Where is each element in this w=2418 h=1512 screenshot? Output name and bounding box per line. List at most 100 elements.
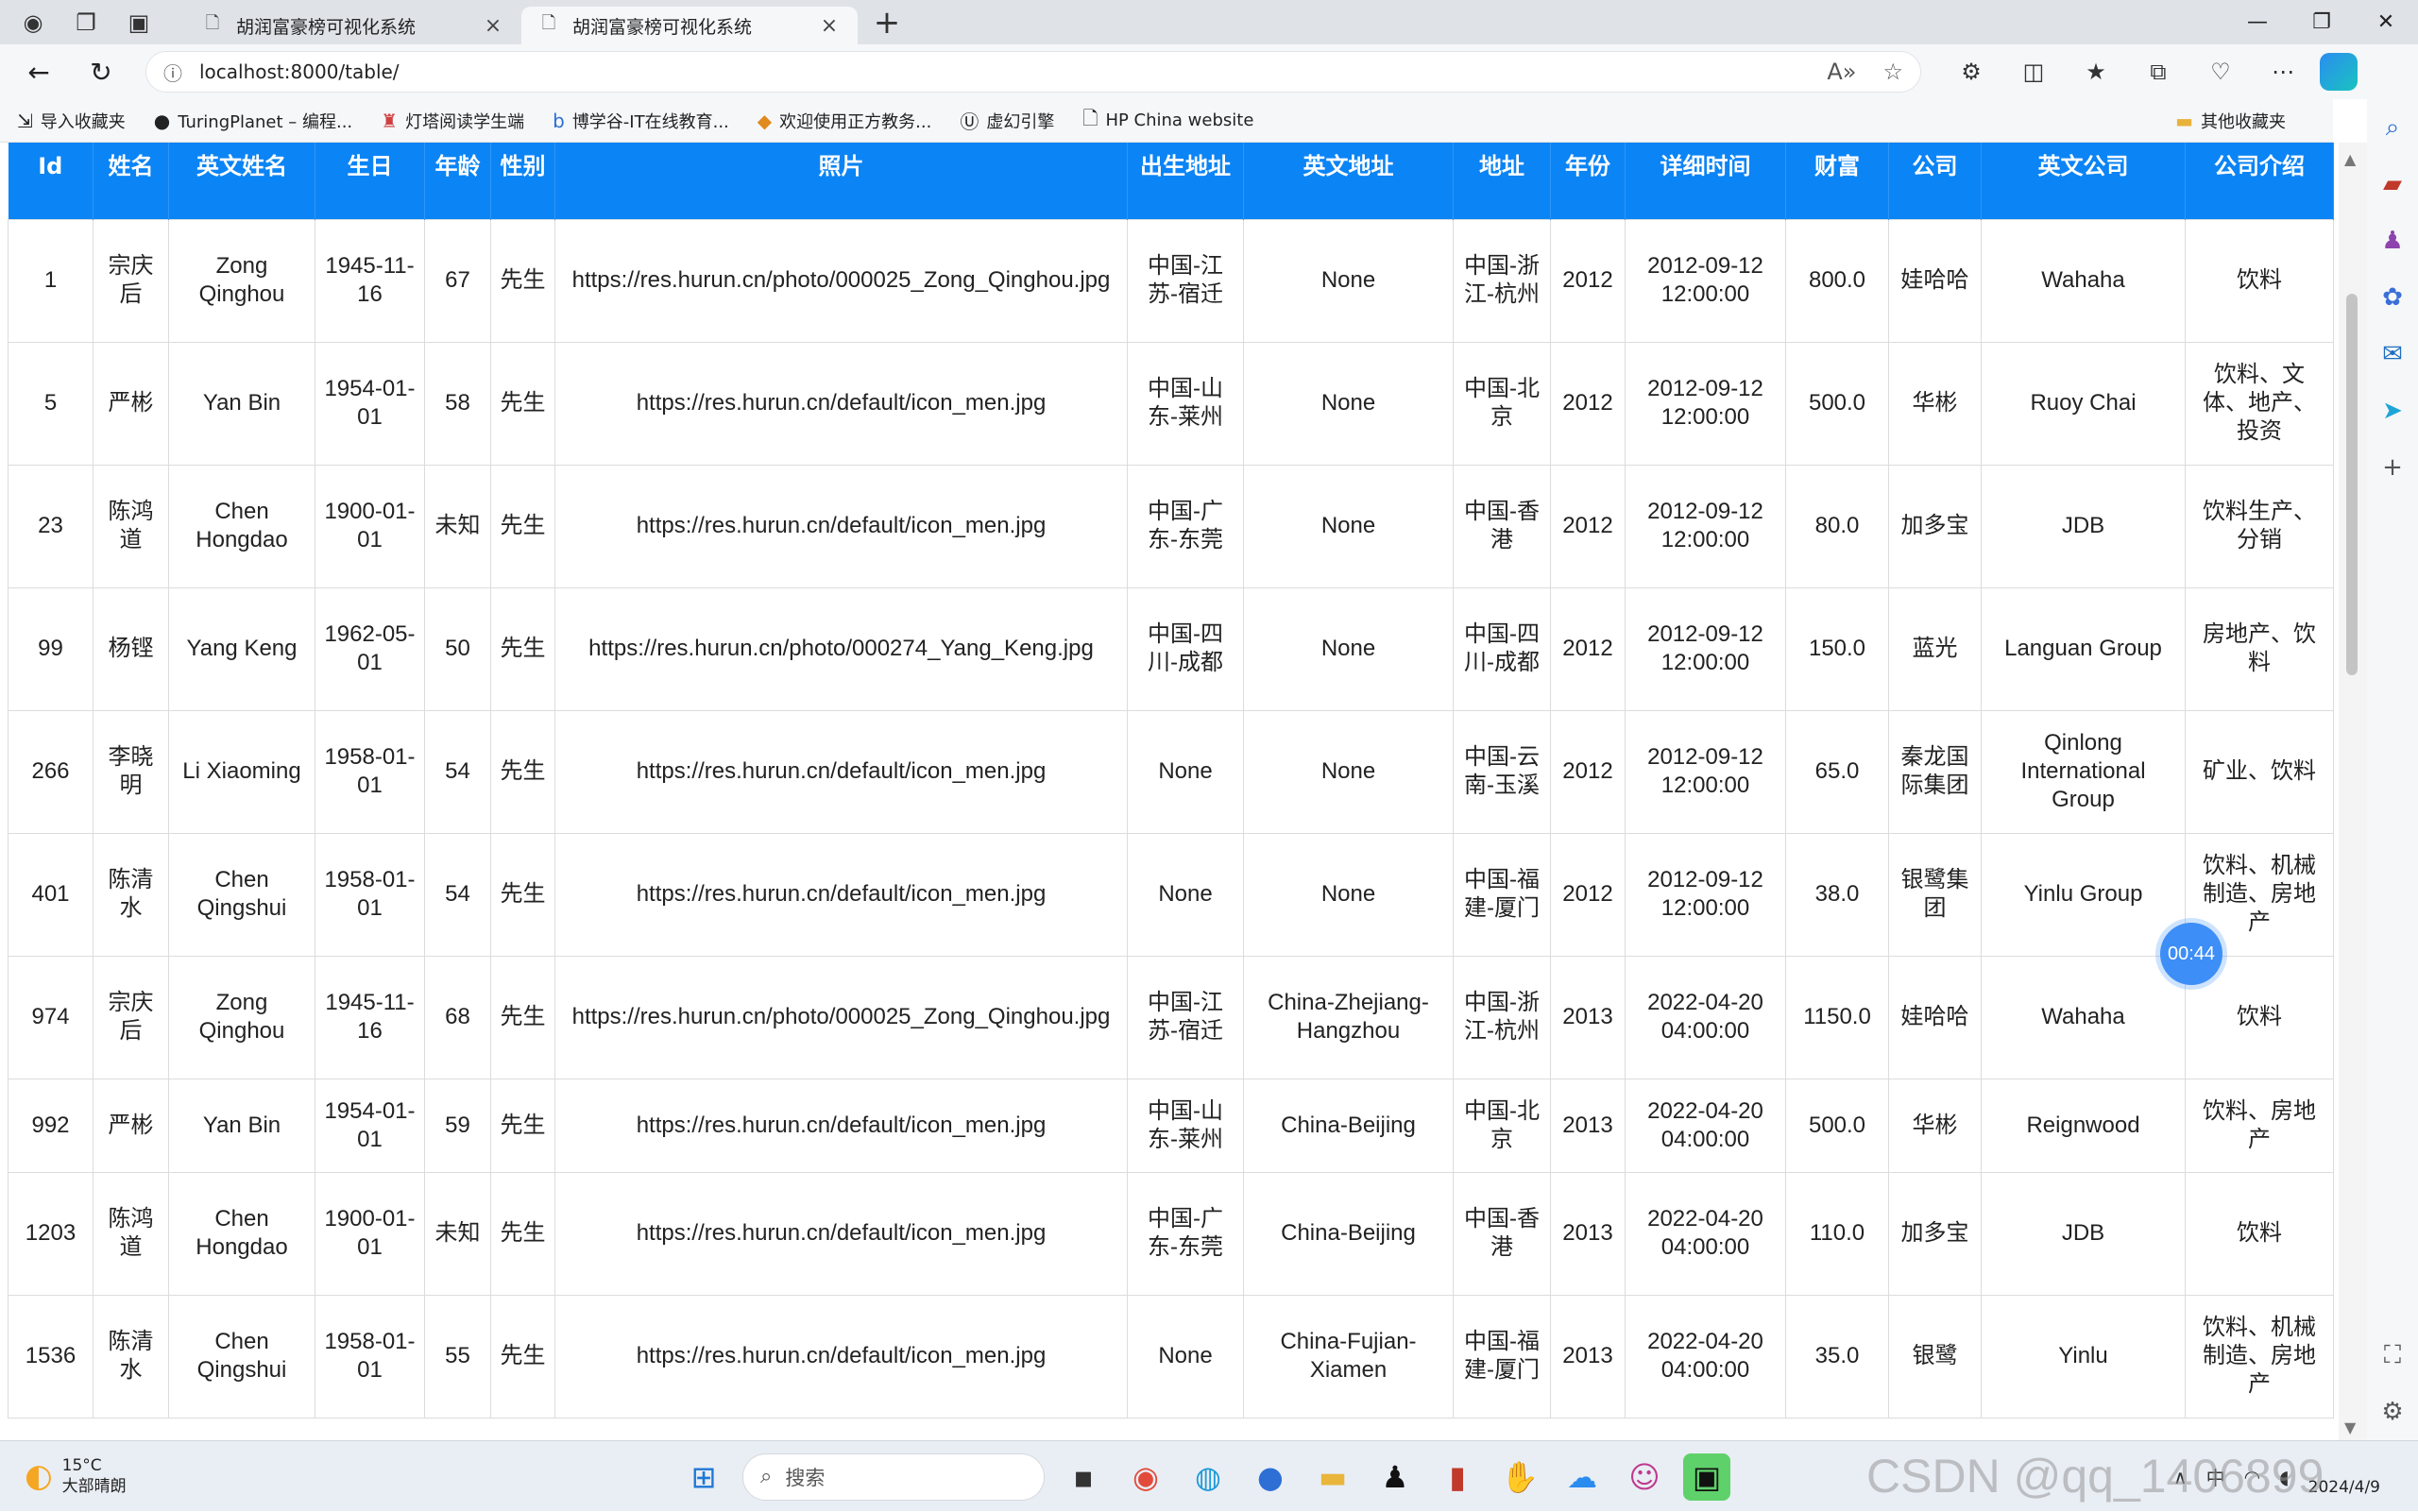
read-aloud-icon[interactable]: A» <box>1827 59 1856 85</box>
more-menu-icon[interactable]: ⋯ <box>2252 59 2314 85</box>
app-blue-icon[interactable]: ● <box>1247 1453 1294 1501</box>
fullscreen-icon[interactable]: ⛶ <box>2374 1327 2411 1384</box>
table-cell: 2012 <box>1550 218 1626 343</box>
browser-essentials-icon[interactable]: ♡ <box>2189 59 2252 85</box>
scrollbar-thumb[interactable] <box>2346 294 2358 675</box>
m365-icon[interactable]: ✿ <box>2374 269 2411 326</box>
table-cell: Zong Qinghou <box>168 218 315 343</box>
scroll-down-icon[interactable]: ▼ <box>2344 1419 2356 1436</box>
add-sidebar-icon[interactable]: + <box>2374 439 2411 496</box>
table-cell: 1954-01-01 <box>315 341 425 466</box>
close-window-icon[interactable]: ✕ <box>2354 0 2418 44</box>
tab-1-close-icon[interactable]: × <box>482 14 504 38</box>
tab-2-close-icon[interactable]: × <box>818 14 841 38</box>
drop-icon[interactable]: ➤ <box>2374 382 2411 439</box>
chrome-icon[interactable]: ◉ <box>1122 1453 1169 1501</box>
column-header[interactable]: 公司 <box>1888 143 1982 219</box>
column-header[interactable]: 性别 <box>490 143 555 219</box>
column-header[interactable]: 英文公司 <box>1981 143 2186 219</box>
date: 2024/4/9 <box>2307 1477 2380 1497</box>
table-cell: 中国-福建-厦门 <box>1453 1294 1551 1419</box>
tab-2[interactable]: 🗋 胡润富豪榜可视化系统 × <box>521 7 858 44</box>
table-cell: 1945-11-16 <box>315 218 425 343</box>
minimize-icon[interactable]: — <box>2225 0 2290 44</box>
taskbar-search[interactable]: ⌕ 搜索 <box>742 1453 1045 1501</box>
bookmark-import[interactable]: ⇲ 导入收藏夹 <box>17 109 126 133</box>
outlook-icon[interactable]: ✉ <box>2374 326 2411 382</box>
scroll-up-icon[interactable]: ▲ <box>2344 150 2356 168</box>
column-header[interactable]: 年份 <box>1550 143 1626 219</box>
table-cell: 饮料生产、分销 <box>2185 464 2334 588</box>
workspaces-icon[interactable]: ❐ <box>62 4 110 42</box>
column-header[interactable]: 出生地址 <box>1127 143 1244 219</box>
extensions-icon[interactable]: ⚙ <box>1940 59 2002 85</box>
column-header[interactable]: 地址 <box>1453 143 1551 219</box>
site-info-icon[interactable]: ⓘ <box>163 59 182 86</box>
profile-icon[interactable]: ◉ <box>9 4 57 42</box>
new-tab-icon[interactable]: + <box>863 4 911 42</box>
column-header[interactable]: 公司介绍 <box>2185 143 2334 219</box>
table-cell: 先生 <box>490 341 555 466</box>
tab-actions-icon[interactable]: ▣ <box>115 4 162 42</box>
title-bar: ◉ ❐ ▣ 🗋 胡润富豪榜可视化系统 × 🗋 胡润富豪榜可视化系统 × + — … <box>0 0 2418 44</box>
table-cell: 陈鸿道 <box>93 464 169 588</box>
column-header[interactable]: 生日 <box>315 143 425 219</box>
table-cell: 宗庆后 <box>93 218 169 343</box>
tools-icon[interactable]: ▰ <box>2374 156 2411 212</box>
collections-icon[interactable]: ⧉ <box>2127 59 2189 85</box>
tray-chevron-icon[interactable]: ∧ <box>2173 1466 2188 1488</box>
table-cell: 110.0 <box>1785 1171 1889 1296</box>
app-avatar-icon[interactable]: ☺ <box>1621 1453 1668 1501</box>
bookmark-other-folder[interactable]: ▬ 其他收藏夹 <box>2175 109 2286 133</box>
edge-icon[interactable]: ◍ <box>1184 1453 1232 1501</box>
table-cell: 中国-山东-莱州 <box>1127 1078 1244 1173</box>
column-header[interactable]: 财富 <box>1785 143 1889 219</box>
column-header[interactable]: 年龄 <box>424 143 491 219</box>
file-explorer-icon[interactable]: ▬ <box>1309 1453 1356 1501</box>
table-cell: Yinlu Group <box>1981 832 2186 957</box>
games-icon[interactable]: ♟ <box>2374 212 2411 269</box>
app-cloud-icon[interactable]: ☁ <box>1558 1453 1606 1501</box>
bookmark-hp[interactable]: 🗋 HP China website <box>1082 105 1253 137</box>
refresh-icon[interactable]: ↻ <box>70 44 132 99</box>
start-icon[interactable]: ⊞ <box>680 1453 727 1501</box>
qq-icon[interactable]: ♟ <box>1371 1453 1419 1501</box>
favorite-star-icon[interactable]: ☆ <box>1882 59 1903 85</box>
table-cell: 饮料、房地产 <box>2185 1078 2334 1173</box>
clock[interactable]: 2024/4/9 <box>2308 1456 2380 1498</box>
bookmark-unreal[interactable]: Ⓤ 虚幻引擎 <box>960 107 1054 134</box>
vertical-scrollbar[interactable]: ▲ ▼ <box>2339 143 2367 1440</box>
bookmark-zhengfang[interactable]: ◆ 欢迎使用正方教务... <box>758 109 932 133</box>
app-red-icon[interactable]: ▮ <box>1434 1453 1481 1501</box>
weather-widget[interactable]: ◐ 15°C 大部晴朗 <box>0 1455 283 1497</box>
back-icon[interactable]: ← <box>8 44 70 99</box>
split-screen-icon[interactable]: ◫ <box>2002 59 2065 85</box>
column-header[interactable]: 照片 <box>554 143 1128 219</box>
task-view-icon[interactable]: ▪ <box>1060 1453 1107 1501</box>
sidebar-settings-icon[interactable]: ⚙ <box>2374 1384 2411 1440</box>
page-content: Id 姓名 英文姓名 生日 年龄 性别 照片 出生地址 英文地址 地址 年份 详… <box>0 143 2339 1440</box>
recording-timer-badge[interactable]: 00:44 <box>2160 923 2222 985</box>
column-header[interactable]: 详细时间 <box>1625 143 1786 219</box>
table-cell: 401 <box>8 832 94 957</box>
pycharm-icon[interactable]: ▣ <box>1683 1453 1730 1501</box>
search-icon[interactable]: ⌕ <box>2374 99 2411 156</box>
ime-icon[interactable]: 中 <box>2206 1463 2225 1490</box>
app-yellow-icon[interactable]: ✋ <box>1496 1453 1543 1501</box>
bookmark-turingplanet[interactable]: ● TuringPlanet – 编程... <box>154 109 352 133</box>
favorites-icon[interactable]: ★ <box>2065 59 2127 85</box>
table-cell: 华彬 <box>1888 341 1982 466</box>
restore-icon[interactable]: ❐ <box>2290 0 2354 44</box>
weather-sun-icon: ◐ <box>25 1457 53 1495</box>
column-header[interactable]: 英文姓名 <box>168 143 315 219</box>
column-header[interactable]: Id <box>8 143 94 219</box>
wifi-icon[interactable]: ◠ <box>2244 1466 2260 1488</box>
bookmark-dengta[interactable]: ♜ 灯塔阅读学生端 <box>381 109 524 133</box>
tab-1[interactable]: 🗋 胡润富豪榜可视化系统 × <box>185 7 521 44</box>
copilot-icon[interactable] <box>2320 53 2358 91</box>
column-header[interactable]: 英文地址 <box>1243 143 1454 219</box>
url-input[interactable]: ⓘ localhost:8000/table/ A» ☆ <box>145 51 1921 93</box>
column-header[interactable]: 姓名 <box>93 143 169 219</box>
volume-icon[interactable]: ◖ <box>2279 1466 2290 1488</box>
bookmark-boxuegu[interactable]: b 博学谷-IT在线教育... <box>553 109 729 133</box>
